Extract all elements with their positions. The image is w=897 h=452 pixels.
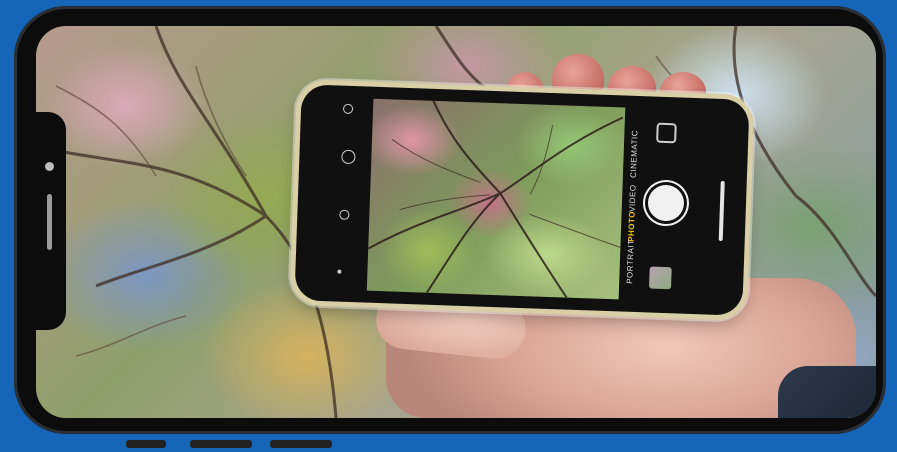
mode-photo[interactable]: PHOTO xyxy=(627,211,637,242)
held-phone-left-controls xyxy=(321,99,372,288)
camera-controls: CINEMATIC VIDEO PHOTO PORTRAIT xyxy=(621,108,738,304)
volume-down-button-icon xyxy=(270,440,332,448)
mode-video[interactable]: VIDEO xyxy=(628,184,638,212)
held-phone: CINEMATIC VIDEO PHOTO PORTRAIT xyxy=(294,84,750,316)
viewfinder-branches xyxy=(367,100,624,299)
phone-screen: CINEMATIC VIDEO PHOTO PORTRAIT xyxy=(36,26,876,418)
home-indicator xyxy=(718,180,725,242)
camera-viewfinder xyxy=(366,98,626,300)
flash-icon xyxy=(342,103,354,115)
volume-up-button-icon xyxy=(190,440,252,448)
mode-portrait[interactable]: PORTRAIT xyxy=(625,239,636,284)
mode-cinematic[interactable]: CINEMATIC xyxy=(629,130,640,178)
gallery-thumbnail-icon[interactable] xyxy=(648,266,672,290)
side-button-icon xyxy=(126,440,166,448)
live-photo-icon xyxy=(341,149,356,165)
speaker-grille-icon xyxy=(47,194,52,250)
chevron-icon xyxy=(337,269,342,274)
stage: CINEMATIC VIDEO PHOTO PORTRAIT xyxy=(0,0,897,452)
night-mode-icon xyxy=(339,209,350,220)
phone-notch xyxy=(36,112,66,330)
camera-flip-icon[interactable] xyxy=(656,122,677,144)
jacket-sleeve xyxy=(778,366,876,418)
shutter-button-icon[interactable] xyxy=(647,184,685,222)
camera-lens-icon xyxy=(45,162,54,171)
